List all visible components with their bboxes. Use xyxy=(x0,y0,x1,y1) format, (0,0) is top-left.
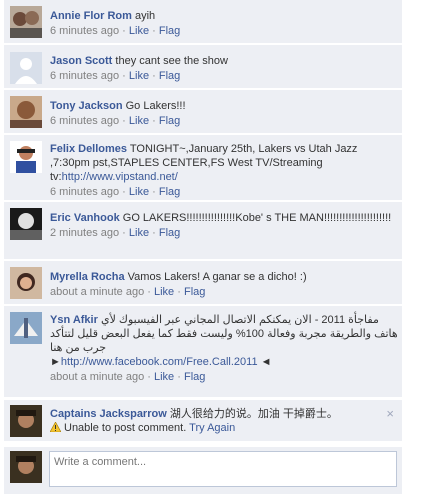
comment-text: مفاجأة 2011 - الان يمكنكم الاتصال المجان… xyxy=(50,314,398,354)
avatar[interactable] xyxy=(10,267,42,299)
comment-item: Myrella Rocha Vamos Lakers! A ganar se a… xyxy=(4,261,402,305)
avatar xyxy=(10,451,42,483)
comment-timestamp: 2 minutes ago xyxy=(50,227,120,239)
avatar[interactable] xyxy=(10,312,42,344)
comment-item: Jason Scott they cant see the show 6 min… xyxy=(4,45,402,89)
separator: · xyxy=(122,227,126,239)
avatar[interactable] xyxy=(10,52,42,84)
separator: · xyxy=(152,186,156,198)
comment-meta: 6 minutes ago · Like · Flag xyxy=(50,114,398,128)
right-gutter xyxy=(404,0,432,498)
flag-link[interactable]: Flag xyxy=(159,115,180,127)
like-link[interactable]: Like xyxy=(129,227,149,239)
link-arrow-right: ► xyxy=(50,356,61,368)
failed-comment: Captains Jacksparrow 湖人很给力的说。加油 干掉爵士。 Un… xyxy=(4,400,402,442)
comment-composer xyxy=(4,447,402,494)
comment-text: GO LAKERS!!!!!!!!!!!!!!!!Kobe' s THE MAN… xyxy=(122,212,392,224)
comment-author[interactable]: Myrella Rocha xyxy=(50,271,125,283)
comment-text: 湖人很给力的说。加油 干掉爵士。 xyxy=(169,408,338,420)
comment-link[interactable]: http://www.facebook.com/Free.Call.2011 xyxy=(61,356,258,368)
separator: · xyxy=(152,115,156,127)
separator: · xyxy=(122,115,126,127)
comment-item: Annie Flor Rom ayih 6 minutes ago · Like… xyxy=(4,0,402,44)
comment-meta: 6 minutes ago · Like · Flag xyxy=(50,24,398,38)
comment-timestamp: 6 minutes ago xyxy=(50,115,120,127)
like-link[interactable]: Like xyxy=(154,286,174,298)
flag-link[interactable]: Flag xyxy=(159,70,180,82)
comment-meta: 6 minutes ago · Like · Flag xyxy=(50,69,398,83)
comment-meta: about a minute ago · Like · Flag xyxy=(50,285,398,299)
warning-icon xyxy=(50,422,61,432)
avatar[interactable] xyxy=(10,6,42,38)
flag-link[interactable]: Flag xyxy=(184,371,205,383)
comment-link[interactable]: http://www.vipstand.net/ xyxy=(62,171,178,183)
separator: · xyxy=(177,371,181,383)
separator: · xyxy=(147,371,151,383)
comment-timestamp: about a minute ago xyxy=(50,371,145,383)
comment-timestamp: 6 minutes ago xyxy=(50,70,120,82)
separator: · xyxy=(122,70,126,82)
avatar[interactable] xyxy=(10,141,42,173)
separator: · xyxy=(152,70,156,82)
like-link[interactable]: Like xyxy=(129,70,149,82)
comment-meta: about a minute ago · Like · Flag xyxy=(50,370,398,384)
comment-timestamp: 6 minutes ago xyxy=(50,186,120,198)
comment-meta: 2 minutes ago · Like · Flag xyxy=(50,226,398,240)
comment-item: Ysn Afkir مفاجأة 2011 - الان يمكنكم الات… xyxy=(4,306,402,398)
separator: · xyxy=(122,186,126,198)
like-link[interactable]: Like xyxy=(129,186,149,198)
comment-text: they cant see the show xyxy=(115,55,228,67)
comment-item: Eric Vanhook GO LAKERS!!!!!!!!!!!!!!!!Ko… xyxy=(4,202,402,260)
comment-timestamp: about a minute ago xyxy=(50,286,145,298)
separator: · xyxy=(122,25,126,37)
like-link[interactable]: Like xyxy=(129,25,149,37)
flag-link[interactable]: Flag xyxy=(159,227,180,239)
separator: · xyxy=(147,286,151,298)
like-link[interactable]: Like xyxy=(154,371,174,383)
avatar[interactable] xyxy=(10,96,42,128)
comment-meta: 6 minutes ago · Like · Flag xyxy=(50,185,398,199)
flag-link[interactable]: Flag xyxy=(159,186,180,198)
error-message-line: Unable to post comment. Try Again xyxy=(50,421,398,435)
comment-author[interactable]: Captains Jacksparrow xyxy=(50,408,167,420)
comment-item: Felix Dellomes TONIGHT~,January 25th, La… xyxy=(4,135,402,201)
error-message: Unable to post comment. xyxy=(64,422,187,434)
flag-link[interactable]: Flag xyxy=(184,286,205,298)
comment-author[interactable]: Felix Dellomes xyxy=(50,143,127,155)
separator: · xyxy=(152,227,156,239)
comment-author[interactable]: Tony Jackson xyxy=(50,100,123,112)
separator: · xyxy=(152,25,156,37)
comment-text: Go Lakers!!! xyxy=(125,100,186,112)
like-link[interactable]: Like xyxy=(129,115,149,127)
avatar[interactable] xyxy=(10,405,42,437)
comment-timestamp: 6 minutes ago xyxy=(50,25,120,37)
link-arrow-left: ◄ xyxy=(260,356,272,368)
comment-author[interactable]: Ysn Afkir xyxy=(50,314,98,326)
comment-author[interactable]: Jason Scott xyxy=(50,55,112,67)
separator: · xyxy=(177,286,181,298)
avatar[interactable] xyxy=(10,208,42,240)
close-icon[interactable]: × xyxy=(386,406,394,421)
comment-link-line: ►http://www.facebook.com/Free.Call.2011 … xyxy=(50,355,398,369)
comment-author[interactable]: Eric Vanhook xyxy=(50,212,120,224)
comment-text: ayih xyxy=(134,10,156,22)
try-again-link[interactable]: Try Again xyxy=(189,422,235,434)
comment-input[interactable] xyxy=(49,451,397,487)
comment-item: Tony Jackson Go Lakers!!! 6 minutes ago … xyxy=(4,90,402,134)
comment-author[interactable]: Annie Flor Rom xyxy=(50,10,132,22)
flag-link[interactable]: Flag xyxy=(159,25,180,37)
comment-text: Vamos Lakers! A ganar se a dicho! :) xyxy=(127,271,307,283)
